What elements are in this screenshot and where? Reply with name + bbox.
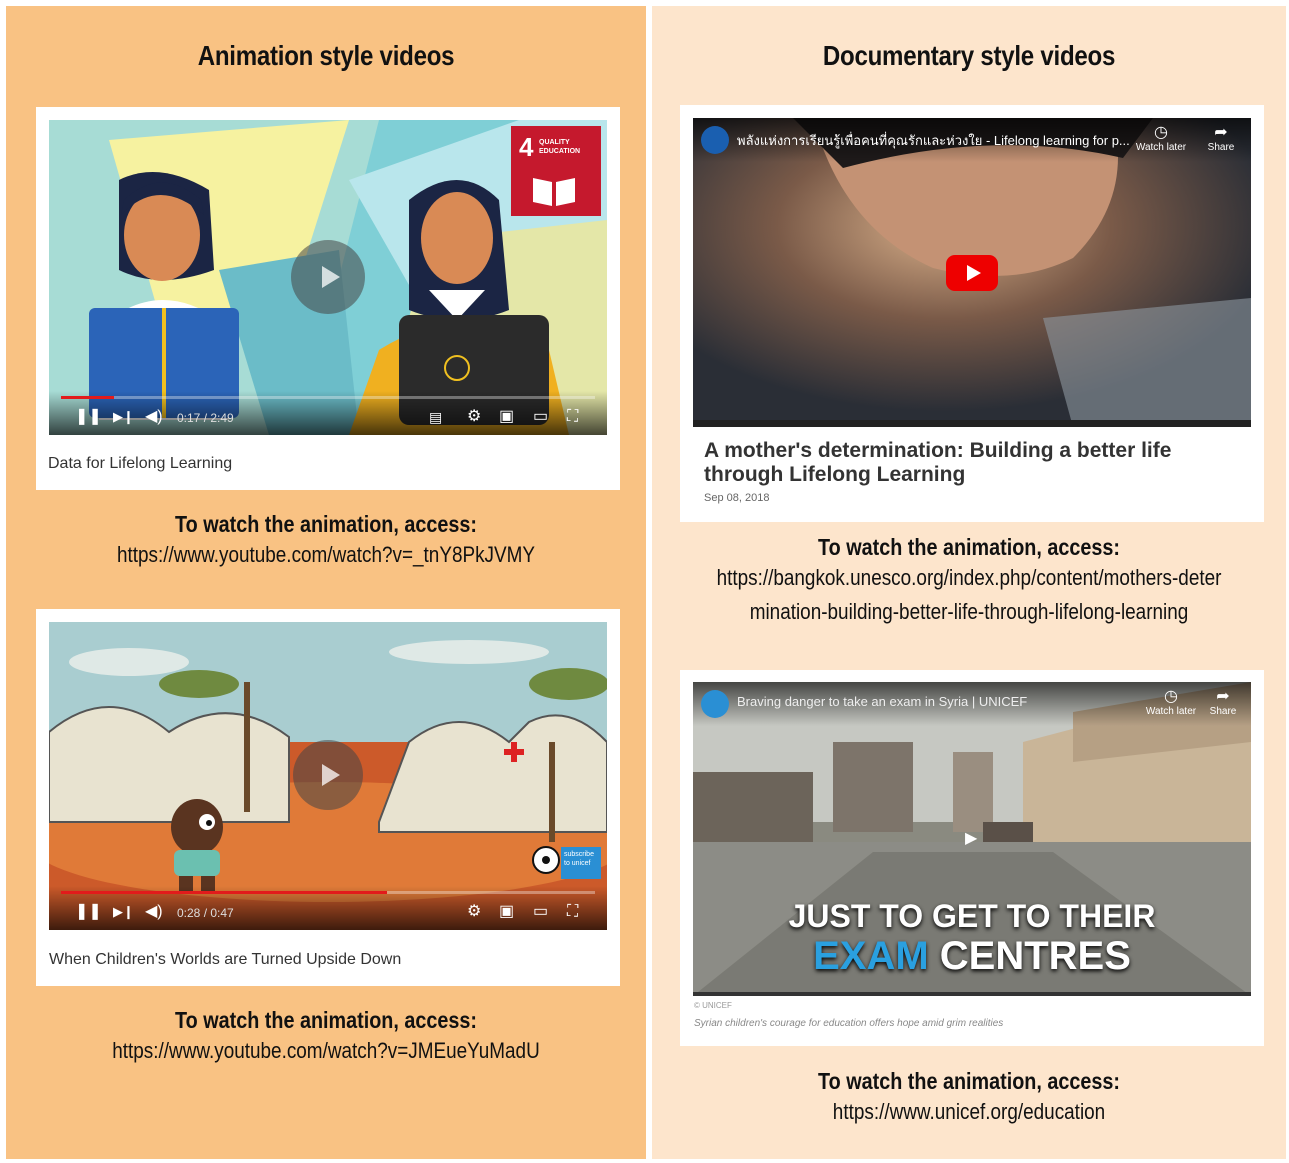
animation-heading: Animation style videos bbox=[197, 40, 455, 71]
access-url-3-line1[interactable]: https://bangkok.unesco.org/index.php/con… bbox=[696, 561, 1241, 595]
access-block-2: To watch the animation, access: https://… bbox=[6, 1007, 646, 1068]
access-title-1: To watch the animation, access: bbox=[175, 511, 477, 537]
pause-icon[interactable]: ❚❚ bbox=[75, 902, 102, 922]
video-caption-1: Data for Lifelong Learning bbox=[48, 455, 233, 472]
volume-icon[interactable]: ◀) bbox=[145, 407, 163, 427]
theater-icon[interactable]: ▭ bbox=[533, 902, 548, 922]
miniplayer-icon[interactable]: ▣ bbox=[499, 902, 514, 922]
overlay-word-exam: EXAM bbox=[813, 934, 929, 978]
pause-icon[interactable]: ❚❚ bbox=[75, 407, 102, 427]
watch-later-label: Watch later bbox=[1135, 142, 1187, 153]
access-block-4: To watch the animation, access: https://… bbox=[652, 1068, 1286, 1129]
unesco-channel-icon[interactable] bbox=[701, 126, 729, 154]
settings-gear-icon[interactable]: ⚙ bbox=[467, 407, 481, 427]
overlay-word-centres: CENTRES bbox=[939, 934, 1131, 978]
fullscreen-icon[interactable]: ⛶ bbox=[567, 407, 578, 427]
video-subcaption-4: Syrian children's courage for education … bbox=[694, 1018, 1004, 1029]
sdg-badge: 4 QUALITY EDUCATION bbox=[511, 126, 601, 216]
miniplayer-icon[interactable]: ▣ bbox=[499, 407, 514, 427]
share-button[interactable]: ➦ Share bbox=[1193, 124, 1249, 153]
share-arrow-icon: ➦ bbox=[1214, 124, 1228, 141]
video-card-unesco: พลังแห่งการเรียนรู้เพื่อคนที่คุณรักและห่… bbox=[680, 105, 1264, 522]
video-card-children-worlds: subscribe to unicef ❚❚ ▶❙ ◀) 0:28 / 0:47… bbox=[36, 609, 620, 986]
video-title-3[interactable]: พลังแห่งการเรียนรู้เพื่อคนที่คุณรักและห่… bbox=[737, 130, 1130, 151]
photo-credit: © UNICEF bbox=[694, 1001, 732, 1010]
theater-icon[interactable]: ▭ bbox=[533, 407, 548, 427]
time-display-2: 0:28 / 0:47 bbox=[177, 906, 234, 920]
book-icon bbox=[533, 178, 575, 206]
overlay-line-1: JUST TO GET TO THEIR bbox=[788, 898, 1156, 934]
access-block-3: To watch the animation, access: https://… bbox=[652, 534, 1286, 629]
watch-later-button[interactable]: ◷ Watch later bbox=[1133, 124, 1189, 153]
play-icon[interactable] bbox=[293, 740, 363, 810]
video-player-2[interactable]: subscribe to unicef ❚❚ ▶❙ ◀) 0:28 / 0:47… bbox=[49, 622, 607, 930]
access-url-1[interactable]: https://www.youtube.com/watch?v=_tnY8PkJ… bbox=[51, 538, 601, 572]
play-icon[interactable] bbox=[946, 255, 998, 291]
fullscreen-icon[interactable]: ⛶ bbox=[567, 902, 578, 922]
volume-icon[interactable]: ◀) bbox=[145, 902, 163, 922]
settings-gear-icon[interactable]: ⚙ bbox=[467, 902, 481, 922]
documentary-panel: Documentary style videos พลังแห่งการเรีย… bbox=[652, 6, 1286, 1159]
access-title-4: To watch the animation, access: bbox=[818, 1068, 1120, 1094]
watch-later-button[interactable]: ◷ Watch later bbox=[1143, 688, 1199, 717]
play-icon[interactable] bbox=[291, 240, 365, 314]
access-url-4[interactable]: https://www.unicef.org/education bbox=[696, 1095, 1241, 1129]
unicef-channel-icon[interactable] bbox=[701, 690, 729, 718]
access-title-2: To watch the animation, access: bbox=[175, 1007, 477, 1033]
time-display-1: 0:17 / 2:49 bbox=[177, 411, 234, 425]
share-button[interactable]: ➦ Share bbox=[1195, 688, 1251, 717]
article-date: Sep 08, 2018 bbox=[704, 492, 770, 504]
overlay-line-2: EXAM CENTRES bbox=[693, 934, 1251, 979]
play-icon[interactable]: ▶ bbox=[965, 828, 977, 848]
share-arrow-icon: ➦ bbox=[1216, 688, 1230, 705]
watch-later-label: Watch later bbox=[1145, 706, 1197, 717]
clock-icon: ◷ bbox=[1154, 124, 1168, 141]
clock-icon: ◷ bbox=[1164, 688, 1178, 705]
share-label: Share bbox=[1207, 142, 1235, 153]
video-caption-2: When Children's Worlds are Turned Upside… bbox=[49, 951, 402, 968]
share-label: Share bbox=[1209, 706, 1237, 717]
article-title[interactable]: A mother's determination: Building a bet… bbox=[704, 439, 1224, 487]
sdg-number: 4 bbox=[519, 132, 534, 162]
documentary-heading: Documentary style videos bbox=[822, 40, 1116, 71]
next-icon[interactable]: ▶❙ bbox=[113, 407, 134, 427]
video-player-4[interactable]: Braving danger to take an exam in Syria … bbox=[693, 682, 1251, 996]
animation-panel: Animation style videos 4 QUALITY EDUCATI… bbox=[6, 6, 646, 1159]
access-url-2[interactable]: https://www.youtube.com/watch?v=JMEueYuM… bbox=[51, 1034, 601, 1068]
next-icon[interactable]: ▶❙ bbox=[113, 902, 134, 922]
subtitles-icon[interactable]: ▤ bbox=[429, 407, 442, 427]
progress-bar-1[interactable] bbox=[61, 396, 595, 399]
video-player-3[interactable]: พลังแห่งการเรียนรู้เพื่อคนที่คุณรักและห่… bbox=[693, 118, 1251, 427]
access-title-3: To watch the animation, access: bbox=[818, 534, 1120, 560]
sdg-label: QUALITY EDUCATION bbox=[539, 139, 581, 155]
unicef-watermark: subscribe to unicef bbox=[561, 847, 601, 879]
access-block-1: To watch the animation, access: https://… bbox=[6, 511, 646, 572]
video-player-1[interactable]: 4 QUALITY EDUCATION ❚❚ ▶❙ ◀) 0:17 / 2:49… bbox=[49, 120, 607, 435]
progress-bar-2[interactable] bbox=[61, 891, 595, 894]
video-card-data-lifelong: 4 QUALITY EDUCATION ❚❚ ▶❙ ◀) 0:17 / 2:49… bbox=[36, 107, 620, 490]
access-url-3-line2[interactable]: mination-building-better-life-through-li… bbox=[696, 595, 1241, 629]
video-card-unicef-syria: Braving danger to take an exam in Syria … bbox=[680, 670, 1264, 1046]
video-title-4[interactable]: Braving danger to take an exam in Syria … bbox=[737, 694, 1027, 709]
